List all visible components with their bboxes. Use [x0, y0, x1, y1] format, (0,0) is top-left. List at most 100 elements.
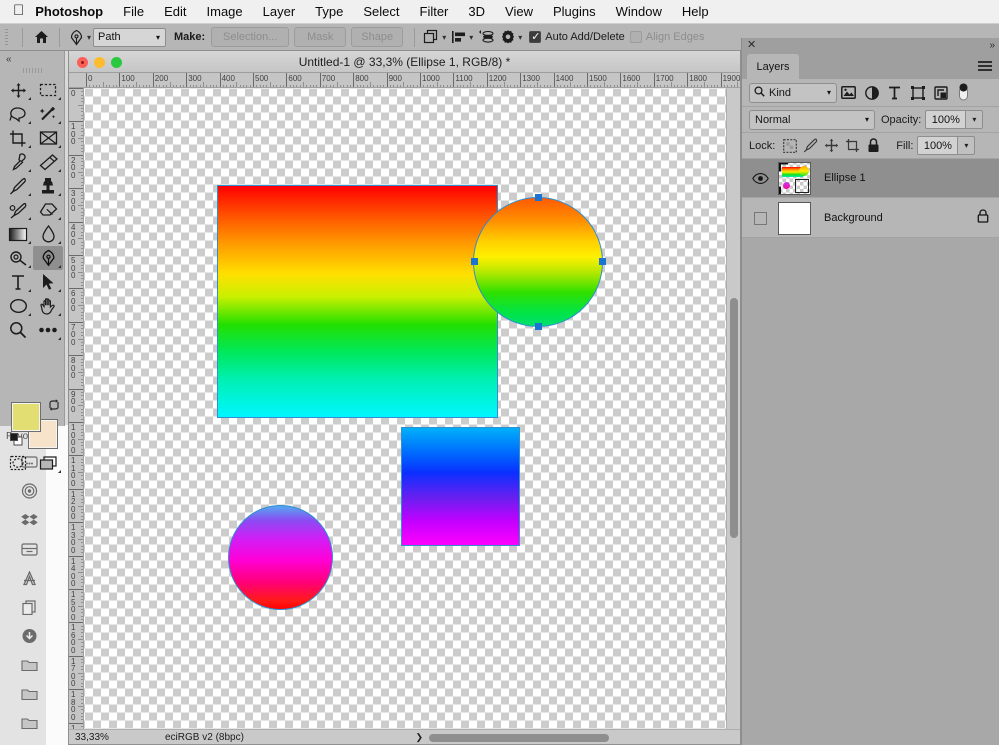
make-selection-button[interactable]: Selection...	[211, 27, 290, 47]
make-mask-button[interactable]: Mask	[294, 27, 347, 47]
eraser-tool[interactable]	[33, 198, 63, 222]
menu-item-image[interactable]: Image	[197, 0, 253, 24]
type-tool[interactable]	[3, 270, 33, 294]
documents-icon[interactable]	[19, 597, 39, 617]
rectangular-marquee-tool[interactable]	[33, 78, 63, 102]
menu-item-view[interactable]: View	[495, 0, 543, 24]
layer-visibility-toggle[interactable]	[742, 199, 778, 238]
ellipse-tool[interactable]	[3, 294, 33, 318]
home-icon[interactable]	[29, 27, 53, 48]
dodge-tool[interactable]	[3, 246, 33, 270]
filter-toggle-icon[interactable]	[952, 83, 975, 103]
path-selection-tool[interactable]	[33, 270, 63, 294]
lock-artboard-icon[interactable]	[842, 136, 863, 156]
folder-icon[interactable]	[19, 655, 39, 675]
tab-layers[interactable]: Layers	[747, 54, 799, 79]
toolbar-grip[interactable]	[23, 68, 43, 73]
layer-visibility-toggle[interactable]	[742, 159, 778, 198]
minimize-button[interactable]	[94, 57, 105, 68]
eyedropper-tool[interactable]	[3, 150, 33, 174]
path-anchor-top[interactable]	[535, 194, 542, 201]
gradient-tool[interactable]	[3, 222, 33, 246]
filter-shape-icon[interactable]	[906, 83, 929, 103]
zoom-level[interactable]: 33,33%	[69, 732, 165, 743]
fill-chevron-down-icon[interactable]: ▾	[958, 136, 976, 155]
rainbow-rectangle[interactable]	[217, 185, 498, 418]
layer-row-ellipse-1[interactable]: Ellipse 1	[742, 159, 999, 198]
selected-ellipse[interactable]	[473, 197, 603, 327]
filter-kind-select[interactable]: Kind ▾	[749, 82, 837, 103]
options-bar-grip[interactable]	[3, 28, 12, 46]
path-operations-icon[interactable]: ▾	[421, 29, 448, 45]
apple-logo-icon[interactable]: 	[0, 3, 35, 18]
menu-item-edit[interactable]: Edit	[154, 0, 196, 24]
path-arrangement-icon[interactable]	[475, 29, 498, 45]
layer-thumbnail[interactable]	[778, 201, 811, 235]
clone-stamp-tool[interactable]	[33, 174, 63, 198]
maximize-button[interactable]	[111, 57, 122, 68]
layer-name[interactable]: Background	[824, 212, 883, 224]
path-alignment-icon[interactable]: ▾	[448, 29, 475, 45]
status-expand-arrow[interactable]: ❯	[415, 732, 429, 743]
canvas[interactable]	[84, 88, 726, 729]
path-anchor-bottom[interactable]	[535, 323, 542, 330]
menu-item-help[interactable]: Help	[672, 0, 719, 24]
current-tool-pen[interactable]: ▾	[66, 29, 93, 46]
lock-image-icon[interactable]	[800, 136, 821, 156]
healing-brush-tool[interactable]	[33, 150, 63, 174]
swap-colors-icon[interactable]	[48, 399, 60, 414]
vertical-scrollbar[interactable]	[726, 88, 740, 729]
close-button[interactable]	[77, 57, 88, 68]
brush-tool[interactable]	[3, 174, 33, 198]
edit-toolbar-tool[interactable]	[33, 318, 63, 342]
opacity-chevron-down-icon[interactable]: ▾	[966, 110, 984, 129]
auto-add-delete-checkbox[interactable]: Auto Add/Delete	[529, 30, 625, 43]
quick-mask-icon[interactable]	[3, 451, 33, 475]
layer-row-background[interactable]: Background	[742, 199, 999, 238]
filter-pixel-icon[interactable]	[837, 83, 860, 103]
layer-thumbnail[interactable]	[778, 161, 811, 195]
menu-item-window[interactable]: Window	[606, 0, 672, 24]
downloads-icon[interactable]	[19, 626, 39, 646]
lock-icon[interactable]	[977, 208, 989, 228]
magenta-circle[interactable]	[228, 505, 333, 610]
airdrop-icon[interactable]	[19, 481, 39, 501]
lock-position-icon[interactable]	[821, 136, 842, 156]
double-chevron-right-icon[interactable]: »	[989, 39, 994, 52]
menu-item-select[interactable]: Select	[353, 0, 409, 24]
screen-mode-icon[interactable]	[33, 451, 63, 475]
menu-item-plugins[interactable]: Plugins	[543, 0, 606, 24]
default-colors-icon[interactable]	[10, 433, 23, 451]
filter-adjustment-icon[interactable]	[860, 83, 883, 103]
double-chevron-left-icon[interactable]: «	[6, 54, 11, 65]
document-title-bar[interactable]: Untitled-1 @ 33,3% (Ellipse 1, RGB/8) *	[69, 51, 740, 73]
blur-tool[interactable]	[33, 222, 63, 246]
panel-menu-icon[interactable]	[978, 61, 992, 71]
filter-type-icon[interactable]	[883, 83, 906, 103]
foreground-color-swatch[interactable]	[11, 402, 41, 432]
frame-tool[interactable]	[33, 126, 63, 150]
path-mode-select[interactable]: Path ▾	[93, 27, 167, 47]
chevron-down-icon[interactable]: ▾	[87, 33, 91, 42]
vertical-scrollbar-thumb[interactable]	[730, 298, 738, 538]
history-brush-tool[interactable]	[3, 198, 33, 222]
object-selection-tool[interactable]	[33, 102, 63, 126]
layer-name[interactable]: Ellipse 1	[824, 172, 866, 184]
menu-item-type[interactable]: Type	[305, 0, 353, 24]
filter-smartobject-icon[interactable]	[929, 83, 952, 103]
align-edges-checkbox[interactable]: Align Edges	[629, 31, 704, 43]
horizontal-ruler[interactable]: 0 100 200 300 400 500 600 700 800 900 1000 1100 1200…	[69, 73, 740, 88]
gear-icon[interactable]: ▾	[498, 29, 524, 45]
menu-item-file[interactable]: File	[113, 0, 154, 24]
fill-input[interactable]: 100%	[917, 136, 959, 155]
pen-tool[interactable]	[33, 246, 63, 270]
zoom-tool[interactable]	[3, 318, 33, 342]
vertical-ruler[interactable]: 0 100 200 300 400 500 600 700 800 900 1000 1100 1200…	[69, 88, 84, 729]
blend-mode-select[interactable]: Normal ▾	[749, 109, 875, 130]
lasso-tool[interactable]	[3, 102, 33, 126]
hand-tool[interactable]	[33, 294, 63, 318]
lock-transparency-icon[interactable]	[779, 136, 800, 156]
horizontal-scrollbar-thumb[interactable]	[429, 734, 609, 742]
opacity-input[interactable]: 100%	[925, 110, 967, 129]
archive-icon[interactable]	[19, 539, 39, 559]
